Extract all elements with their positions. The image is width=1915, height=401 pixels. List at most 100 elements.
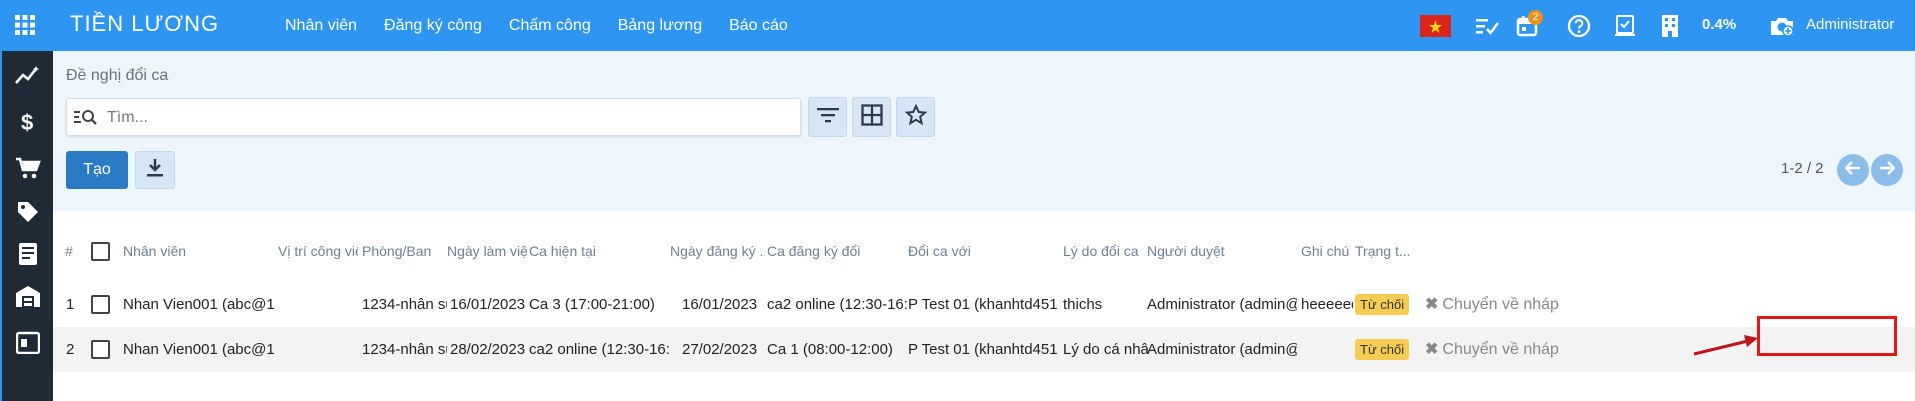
menu-item-reports[interactable]: Báo cáo [729,0,788,51]
chart-card-icon[interactable] [15,329,41,355]
row-checkbox[interactable] [91,295,110,314]
search-bar[interactable] [66,98,801,136]
row-index: 2 [66,341,75,358]
department-cell: 1234-nhân sự [362,341,447,358]
arrow-right-icon [1879,160,1896,180]
create-button[interactable]: Tạo [66,151,128,189]
column-header-index: # [65,243,73,259]
main-content: Đề nghị đổi ca Tìm... Tạo 1-2 / 2 # Nhân… [53,51,1915,401]
column-header-approver[interactable]: Người duyệt [1147,229,1297,274]
user-avatar-icon[interactable] [1766,0,1798,51]
table-header-row: # Nhân viên Vị trí công việc Phòng/Ban N… [53,229,1915,274]
status-badge: Từ chối [1355,294,1410,315]
column-header-reason[interactable]: Lý do đổi ca [1063,229,1148,274]
approver-cell: Administrator (admin@v... [1147,341,1297,358]
position-cell [278,327,358,372]
reason-cell: Lý do cá nhân [1063,341,1148,358]
new-shift-cell: ca2 online (12:30-16:3... [767,296,907,313]
main-menu: Nhân viên Đăng ký công Chấm công Bảng lư… [285,0,815,51]
table-row[interactable]: 1 Nhan Vien001 (abc@123... 1234-nhân sự … [53,282,1915,327]
select-all-checkbox[interactable] [91,242,110,261]
menu-item-payroll[interactable]: Bảng lương [618,0,702,51]
reason-cell: thichs [1063,296,1103,313]
search-filter-icon [74,108,98,131]
user-name[interactable]: Administrator [1806,16,1894,33]
sidebar: $ [0,51,53,401]
department-cell: 1234-nhân sự [362,296,447,313]
column-header-department[interactable]: Phòng/Ban [362,229,447,274]
export-button[interactable] [135,151,175,189]
position-cell [278,282,358,327]
reset-to-draft-label: Chuyển về nháp [1442,296,1559,313]
document-list-icon[interactable] [15,241,41,267]
checklist-clipboard-icon[interactable] [1610,0,1640,51]
apps-grid-icon[interactable] [14,14,36,36]
filter-button[interactable] [808,97,847,137]
favorites-button[interactable] [896,97,935,137]
column-header-swap-with[interactable]: Đổi ca với [908,229,1058,274]
top-navbar: TIỀN LƯƠNG Nhân viên Đăng ký công Chấm c… [0,0,1915,51]
groupby-button[interactable] [852,97,891,137]
table-row[interactable]: 2 Nhan Vien001 (abc@123... 1234-nhân sự … [53,327,1915,372]
status-badge: Từ chối [1355,339,1410,360]
app-brand: TIỀN LƯƠNG [70,11,220,36]
new-shift-cell: Ca 1 (08:00-12:00) [767,341,893,358]
column-header-status[interactable]: Trạng t... [1355,229,1413,274]
column-header-note[interactable]: Ghi chú [1301,229,1353,274]
swap-with-cell: P Test 01 (khanhtd4519... [908,296,1058,313]
reset-to-draft-button[interactable]: ✖ Chuyển về nháp [1425,327,1559,372]
row-index: 1 [66,296,75,313]
download-icon [146,158,164,183]
pager-next-button[interactable] [1871,154,1903,186]
close-icon: ✖ [1425,341,1439,358]
column-header-current-shift[interactable]: Ca hiện tại [529,229,669,274]
note-cell: heeeeee [1301,296,1353,313]
swap-with-cell: P Test 01 (khanhtd4519... [908,341,1058,358]
current-shift-cell: ca2 online (12:30-16:3... [529,341,669,358]
svg-text:$: $ [21,110,33,134]
note-cell [1301,327,1353,372]
tag-icon[interactable] [15,199,41,225]
dollar-icon[interactable]: $ [15,109,41,135]
column-header-work-date[interactable]: Ngày làm việc [447,229,527,274]
close-icon: ✖ [1425,296,1439,313]
control-panel: Đề nghị đổi ca Tìm... Tạo 1-2 / 2 [53,51,1915,211]
chart-line-icon[interactable] [15,63,41,89]
calendar-notification-icon[interactable]: 2 [1510,0,1544,51]
box-building-icon[interactable] [15,283,41,309]
vietnam-flag-icon[interactable] [1418,0,1452,51]
column-header-new-shift[interactable]: Ca đăng ký đổi [767,229,907,274]
search-input[interactable] [107,107,787,129]
work-date-cell: 16/01/2023 [450,296,526,313]
highlight-annotation [1757,316,1897,356]
arrow-left-icon [1844,160,1861,180]
star-icon [904,103,927,131]
menu-item-employees[interactable]: Nhân viên [285,0,357,51]
current-shift-cell: Ca 3 (17:00-21:00) [529,296,655,313]
reset-to-draft-button[interactable]: ✖ Chuyển về nháp [1425,282,1559,327]
activity-checklist-icon[interactable] [1472,0,1502,51]
cart-icon[interactable] [15,155,41,181]
register-date-cell: 27/02/2023 [682,341,758,358]
approver-cell: Administrator (admin@v... [1147,296,1297,313]
register-date-cell: 16/01/2023 [682,296,758,313]
filter-icon [816,106,839,129]
employee-cell: Nhan Vien001 (abc@123... [123,341,275,358]
help-icon[interactable] [1564,0,1594,51]
row-checkbox[interactable] [91,340,110,359]
company-building-icon[interactable] [1655,0,1685,51]
work-date-cell: 28/02/2023 [450,341,526,358]
pager-previous-button[interactable] [1837,154,1869,186]
reset-to-draft-label: Chuyển về nháp [1442,341,1559,358]
menu-item-timekeeping[interactable]: Chấm công [509,0,591,51]
pager-value[interactable]: 1-2 / 2 [1781,160,1824,177]
breadcrumb: Đề nghị đổi ca [66,67,169,84]
column-header-employee[interactable]: Nhân viên [123,229,273,274]
grid-layout-icon [860,103,883,131]
column-header-position[interactable]: Vị trí công việc [278,229,358,274]
employee-cell: Nhan Vien001 (abc@123... [123,296,275,313]
column-header-register-date[interactable]: Ngày đăng ký ... [670,229,765,274]
menu-item-attendance-registration[interactable]: Đăng ký công [384,0,482,51]
annotation-arrow-icon [1692,332,1760,363]
usage-percent: 0.4% [1702,16,1737,33]
